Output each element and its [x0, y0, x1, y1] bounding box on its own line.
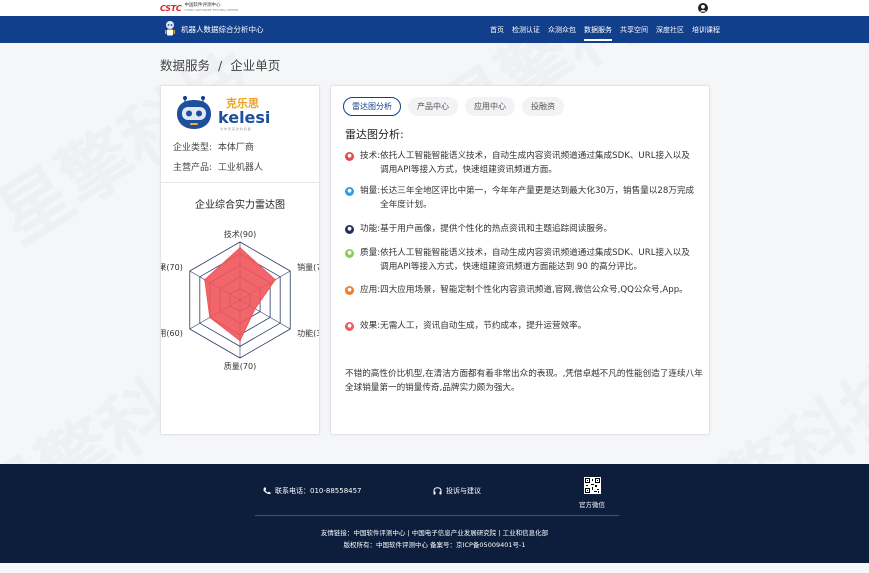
application-icon: ● [345, 286, 354, 295]
nav-menu: 首页 检测认证 众测众包 数据服务 共享空间 深度社区 培训课程 [490, 16, 728, 43]
breadcrumb-root[interactable]: 数据服务 [160, 58, 210, 73]
radar-axis-label: 销量(70) [297, 262, 319, 272]
headset-icon [433, 487, 442, 495]
tab-bar: 雷达图分析 产品中心 应用中心 投融资 [343, 97, 564, 116]
company-type: 企业类型: 本体厂商 [173, 140, 254, 153]
footer: 联系电话：010-88558457 投诉与建议 官方微信 友情链接：中国软件评测… [0, 464, 869, 563]
company-logo-en: kelesi [218, 108, 270, 127]
footer-divider [255, 515, 619, 516]
analysis-row-text: 基于用户画像，提供个性化的热点资讯和主题追踪阅读服务。 [380, 224, 613, 234]
site-title: 机器人数据综合分析中心 [181, 24, 264, 34]
radar-data-point [274, 278, 277, 281]
analysis-row: ● 效果: 无需人工，资讯自动生成，节约成本，提升运营效率。 [345, 320, 697, 334]
breadcrumb-current: 企业单页 [230, 58, 281, 73]
radar-axis-label: 技术(90) [224, 229, 256, 239]
analysis-row: ● 功能: 基于用户画像，提供个性化的热点资讯和主题追踪阅读服务。 [345, 223, 697, 237]
analysis-row-text: 依托人工智能智能语义技术，自动生成内容资讯频道通过集成SDK、URL接入以及调用… [380, 248, 690, 272]
radar-data-point [239, 246, 241, 249]
footer-copyright: 版权所有：中国软件评测中心 备案号：京ICP备05009401号-1 [343, 541, 526, 549]
analysis-row-text: 长达三年全地区评比中第一，今年年产量更是达到最大化30万，销售量以28万完成全年… [380, 186, 695, 210]
main-nav: 机器人数据综合分析中心 首页 检测认证 众测众包 数据服务 共享空间 深度社区 … [0, 16, 869, 43]
analysis-row: ● 技术: 依托人工智能智能语义技术，自动生成内容资讯频道通过集成SDK、URL接入… [345, 150, 697, 177]
radar-axis-label: 效果(70) [161, 262, 183, 272]
radar-chart: 技术(90) 销量(70) 功能(30) 质量(70) 应用(60) 效果(70) [161, 229, 319, 371]
function-icon: ● [345, 225, 354, 234]
company-product: 主营产品: 工业机器人 [173, 160, 263, 173]
analysis-row-label: 质量: [360, 248, 381, 258]
nav-item-certification[interactable]: 检测认证 [512, 16, 540, 44]
nav-item-community[interactable]: 深度社区 [656, 16, 684, 44]
analysis-row-label: 技术: [360, 151, 381, 161]
effect-icon: ● [345, 322, 354, 331]
analysis-row-text: 四大应用场景，智能定制个性化内容资讯频道,官网,微信公众号,QQ公众号,App。 [380, 285, 688, 295]
company-logo: 克乐思 kelesi 为 你 而 来 的 新 机 器 [177, 96, 270, 131]
analysis-row-label: 功能: [360, 224, 381, 234]
tab-investment[interactable]: 投融资 [522, 97, 564, 116]
breadcrumb-separator: / [218, 58, 223, 73]
radar-data-point [254, 307, 256, 310]
divider [161, 182, 319, 183]
footer-links[interactable]: 友情链接：中国软件评测中心 | 中国电子信息产业发展研究院 | 工业和信息化部 [0, 527, 869, 537]
company-card: 克乐思 kelesi 为 你 而 来 的 新 机 器 企业类型: 本体厂商 主营… [160, 85, 320, 435]
tab-radar-analysis[interactable]: 雷达图分析 [343, 97, 401, 116]
org-logo[interactable]: CSTC 中国软件评测中心 CHINA SOFTWARE TESTING CEN… [160, 3, 238, 13]
analysis-title: 雷达图分析: [345, 128, 404, 141]
radar-data-point [203, 278, 206, 281]
phone-icon [263, 487, 271, 495]
org-sub: CHINA SOFTWARE TESTING CENTER [184, 8, 239, 12]
analysis-row-label: 效果: [360, 321, 381, 331]
company-logo-tagline: 为 你 而 来 的 新 机 器 [220, 126, 251, 131]
analysis-row-text: 无需人工，资讯自动生成，节约成本，提升运营效率。 [380, 321, 587, 331]
tab-application-center[interactable]: 应用中心 [465, 97, 515, 116]
radar-axis-label: 功能(30) [297, 328, 319, 338]
footer-feedback[interactable]: 投诉与建议 [433, 486, 481, 496]
analysis-row: ● 销量: 长达三年全地区评比中第一，今年年产量更是达到最大化30万，销售量以28万… [345, 185, 697, 212]
radar-data-point [208, 316, 211, 319]
org-mark: CSTC [160, 3, 182, 13]
user-avatar-icon[interactable] [698, 3, 708, 13]
analysis-row-text: 依托人工智能智能语义技术，自动生成内容资讯频道通过集成SDK、URL接入以及调用… [380, 151, 690, 175]
radar-title: 企业综合实力雷达图 [195, 200, 285, 211]
analysis-card: 雷达图分析 产品中心 应用中心 投融资 雷达图分析: ● 技术: 依托人工智能智能语… [330, 85, 710, 435]
footer-phone: 联系电话：010-88558457 [263, 486, 362, 496]
tab-product-center[interactable]: 产品中心 [408, 97, 458, 116]
company-product-label: 主营产品: [173, 163, 213, 173]
nav-item-crowdtest[interactable]: 众测众包 [548, 16, 576, 44]
footer-feedback-text: 投诉与建议 [446, 487, 481, 495]
nav-item-data-service[interactable]: 数据服务 [584, 16, 612, 44]
nav-item-home[interactable]: 首页 [490, 16, 504, 44]
robot-logo-icon [165, 21, 175, 36]
analysis-summary: 不错的高性价比机型,在清洁方面都有着非常出众的表现。,凭借卓越不凡的性能创造了连… [345, 369, 703, 393]
company-type-value: 本体厂商 [217, 143, 254, 153]
robot-mascot-icon [177, 96, 211, 129]
top-bar: CSTC 中国软件评测中心 CHINA SOFTWARE TESTING CEN… [0, 0, 869, 16]
company-type-label: 企业类型: [173, 143, 213, 153]
company-product-value: 工业机器人 [217, 163, 263, 173]
radar-data-point [239, 339, 241, 342]
radar-axis-label: 应用(60) [161, 328, 183, 338]
footer-phone-text: 联系电话：010-88558457 [275, 487, 362, 495]
analysis-row-label: 应用: [360, 285, 381, 295]
radar-data-area [204, 247, 276, 342]
analysis-row-label: 销量: [360, 186, 381, 196]
footer-wechat-label: 官方微信 [579, 501, 605, 509]
site-logo[interactable]: 机器人数据综合分析中心 [163, 20, 264, 38]
sales-icon: ● [345, 187, 354, 196]
radar-axis-label: 质量(70) [224, 361, 256, 371]
quality-icon: ● [345, 249, 354, 258]
nav-item-training[interactable]: 培训课程 [692, 16, 720, 44]
nav-item-shared-space[interactable]: 共享空间 [620, 16, 648, 44]
breadcrumb: 数据服务 / 企业单页 [160, 55, 280, 74]
tech-icon: ● [345, 152, 354, 161]
wechat-qr-code[interactable] [584, 477, 601, 494]
analysis-row: ● 质量: 依托人工智能智能语义技术，自动生成内容资讯频道通过集成SDK、URL接入… [345, 247, 697, 274]
analysis-row: ● 应用: 四大应用场景，智能定制个性化内容资讯频道,官网,微信公众号,QQ公众号,… [345, 284, 697, 298]
